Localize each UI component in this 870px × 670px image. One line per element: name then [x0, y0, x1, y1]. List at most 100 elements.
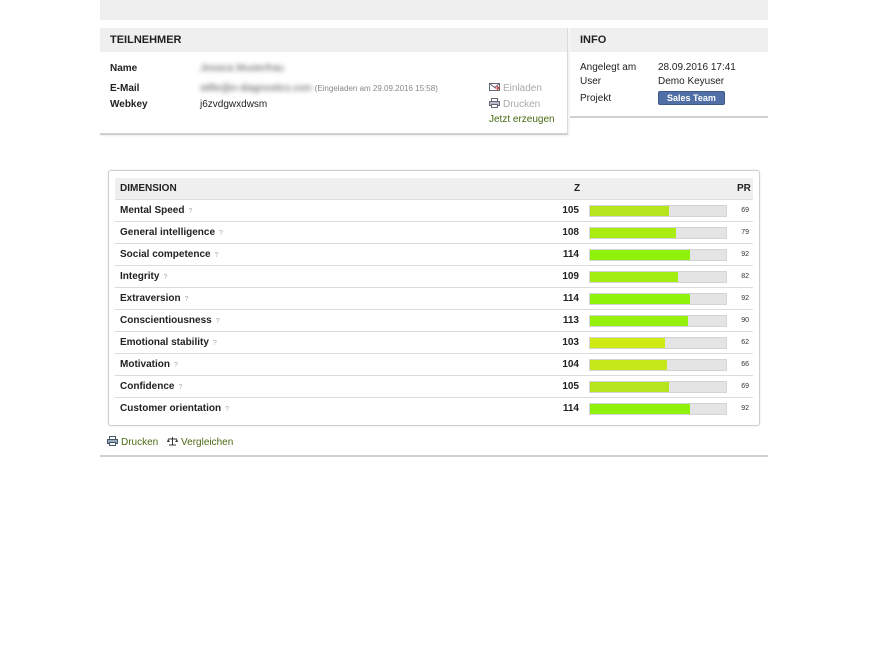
- score-bar-fill: [590, 206, 670, 216]
- dimension-name: Mental Speed?: [120, 205, 192, 216]
- footer-compare-link[interactable]: Vergleichen: [167, 437, 233, 448]
- print-action[interactable]: Drucken: [489, 98, 540, 110]
- dimension-label: Motivation: [120, 359, 170, 370]
- score-bar: [589, 293, 727, 305]
- dimension-label: Social competence: [120, 249, 211, 260]
- col-pr-header: PR: [737, 183, 751, 194]
- table-row: General intelligence? 108 79: [115, 221, 753, 243]
- score-bar: [589, 315, 727, 327]
- z-score: 104: [562, 359, 579, 370]
- pr-value: 82: [741, 273, 749, 280]
- info-panel-title: INFO: [570, 28, 768, 52]
- table-row: Integrity? 109 82: [115, 265, 753, 287]
- dimension-label: Mental Speed: [120, 205, 185, 216]
- name-value: Jessica Musterfrau: [200, 63, 284, 74]
- user-value: Demo Keyuser: [658, 76, 725, 87]
- printer-icon: [107, 436, 118, 446]
- help-icon[interactable]: ?: [188, 208, 192, 215]
- invite-action[interactable]: Einladen: [489, 82, 542, 94]
- score-bar: [589, 337, 727, 349]
- pr-value: 79: [741, 229, 749, 236]
- table-row: Social competence? 114 92: [115, 243, 753, 265]
- compare-scales-icon: [167, 437, 179, 446]
- z-score: 114: [562, 403, 579, 414]
- z-score: 113: [562, 315, 579, 326]
- score-bar-fill: [590, 360, 668, 370]
- z-score: 105: [562, 205, 579, 216]
- pr-value: 92: [741, 295, 749, 302]
- name-label: Name: [110, 63, 138, 74]
- printer-icon: [489, 98, 500, 108]
- dimension-label: Integrity: [120, 271, 160, 282]
- help-icon[interactable]: ?: [215, 252, 219, 259]
- help-icon[interactable]: ?: [213, 340, 217, 347]
- envelope-icon: [489, 83, 500, 91]
- score-bar: [589, 381, 727, 393]
- help-icon[interactable]: ?: [225, 406, 229, 413]
- project-badge[interactable]: Sales Team: [658, 91, 725, 105]
- score-bar: [589, 227, 727, 239]
- score-bar: [589, 271, 727, 283]
- pr-value: 92: [741, 251, 749, 258]
- created-value: 28.09.2016 17:41: [658, 62, 736, 73]
- z-score: 109: [562, 271, 579, 282]
- dimension-label: Confidence: [120, 381, 175, 392]
- table-row: Mental Speed? 105 69: [115, 199, 753, 221]
- pr-value: 69: [741, 383, 749, 390]
- dimension-name: General intelligence?: [120, 227, 223, 238]
- help-icon[interactable]: ?: [219, 230, 223, 237]
- score-bar-fill: [590, 404, 690, 414]
- email-value-row: stifte@e-diagnostics.com (Eingeladen am …: [200, 83, 438, 94]
- dimension-label: Customer orientation: [120, 403, 222, 414]
- pr-value: 69: [741, 207, 749, 214]
- dimension-label: Extraversion: [120, 293, 181, 304]
- help-icon[interactable]: ?: [185, 296, 189, 303]
- table-row: Conscientiousness? 113 90: [115, 309, 753, 331]
- help-icon[interactable]: ?: [216, 318, 220, 325]
- invite-label: Einladen: [503, 83, 542, 94]
- score-bar: [589, 403, 727, 415]
- footer-print-link[interactable]: Drucken: [107, 436, 161, 448]
- table-row: Motivation? 104 66: [115, 353, 753, 375]
- z-score: 114: [562, 249, 579, 260]
- pr-value: 66: [741, 361, 749, 368]
- score-bar: [589, 249, 727, 261]
- webkey-value: j6zvdgwxdwsm: [200, 99, 268, 110]
- dimension-name: Conscientiousness?: [120, 315, 220, 326]
- z-score: 114: [562, 293, 579, 304]
- pr-value: 90: [741, 317, 749, 324]
- col-z-header: Z: [574, 183, 581, 194]
- dimension-label: General intelligence: [120, 227, 216, 238]
- user-label: User: [580, 76, 602, 87]
- top-bar: [100, 0, 768, 20]
- generate-now-link[interactable]: Jetzt erzeugen: [489, 114, 555, 125]
- print-label: Drucken: [503, 99, 541, 110]
- dimension-name: Extraversion?: [120, 293, 189, 304]
- dimension-name: Customer orientation?: [120, 403, 229, 414]
- footer-print-label: Drucken: [121, 437, 159, 448]
- dimension-name: Motivation?: [120, 359, 178, 370]
- help-icon[interactable]: ?: [174, 362, 178, 369]
- info-panel: INFO Angelegt am 28.09.2016 17:41 User D…: [570, 28, 768, 118]
- pr-value: 62: [741, 339, 749, 346]
- score-bar-fill: [590, 382, 670, 392]
- pr-value: 92: [741, 405, 749, 412]
- participant-panel-title: TEILNEHMER: [100, 28, 567, 52]
- help-icon[interactable]: ?: [163, 274, 167, 281]
- table-row: Emotional stability? 103 62: [115, 331, 753, 353]
- table-row: Confidence? 105 69: [115, 375, 753, 397]
- z-score: 108: [562, 227, 579, 238]
- table-row: Extraversion? 114 92: [115, 287, 753, 309]
- participant-panel: TEILNEHMER Name Jessica Musterfrau E-Mai…: [100, 28, 568, 135]
- score-bar-fill: [590, 228, 677, 238]
- score-bar-fill: [590, 272, 679, 282]
- footer-compare-label: Vergleichen: [181, 437, 234, 448]
- project-value-wrap: Sales Team: [658, 91, 725, 105]
- table-row: Customer orientation? 114 92: [115, 397, 753, 419]
- help-icon[interactable]: ?: [178, 384, 182, 391]
- results-card: DIMENSION Z PR Mental Speed? 105 69 General…: [108, 170, 760, 426]
- dimension-label: Emotional stability: [120, 337, 209, 348]
- dimension-name: Emotional stability?: [120, 337, 217, 348]
- created-label: Angelegt am: [580, 62, 637, 73]
- score-bar-fill: [590, 294, 690, 304]
